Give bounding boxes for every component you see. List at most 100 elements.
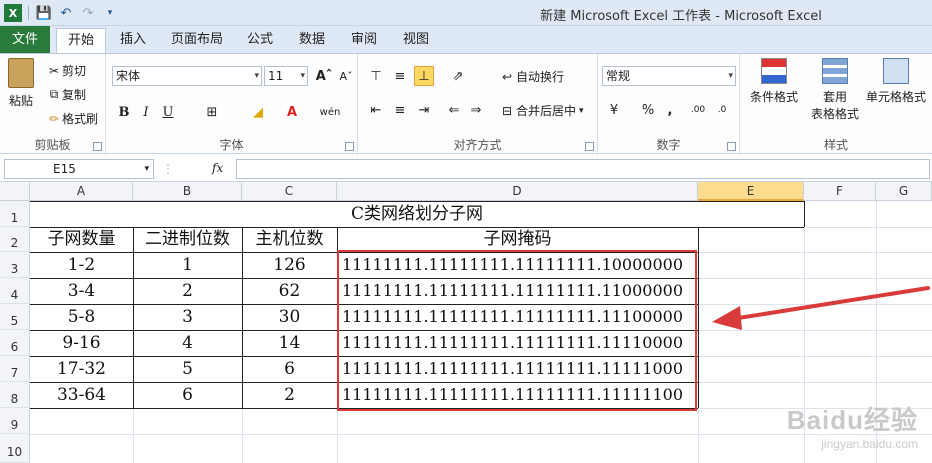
comma-button[interactable]: ,: [660, 100, 680, 120]
decrease-indent-icon[interactable]: ⇐: [444, 100, 464, 120]
row-header-5[interactable]: 5: [0, 304, 30, 330]
font-color-icon[interactable]: A: [282, 102, 302, 122]
bold-button[interactable]: B: [114, 102, 134, 122]
tab-formulas[interactable]: 公式: [238, 28, 282, 53]
decrease-decimal-icon[interactable]: .0: [712, 100, 732, 120]
cell-host-bits[interactable]: 14: [242, 330, 337, 356]
cell-host-bits[interactable]: 62: [242, 278, 337, 304]
cut-button[interactable]: ✂ 剪切: [46, 62, 86, 79]
cell-subnet-count[interactable]: 1-2: [30, 252, 133, 278]
chevron-down-icon: ▾: [144, 164, 149, 174]
row-header-3[interactable]: 3: [0, 252, 30, 278]
column-header-c[interactable]: C: [242, 182, 337, 201]
row-header-6[interactable]: 6: [0, 330, 30, 356]
column-header-d[interactable]: D: [337, 182, 698, 201]
currency-icon[interactable]: ¥: [604, 100, 624, 120]
percent-button[interactable]: %: [638, 100, 658, 120]
cell-subnet-count[interactable]: 17-32: [30, 356, 133, 382]
align-left-icon[interactable]: ⇤: [366, 100, 386, 120]
paste-button[interactable]: 粘贴: [6, 58, 36, 109]
number-launcher-icon[interactable]: [727, 142, 736, 151]
cell-subnet-count[interactable]: 33-64: [30, 382, 133, 408]
cell-subnet-count[interactable]: 9-16: [30, 330, 133, 356]
phonetic-icon[interactable]: wén: [320, 102, 341, 122]
tab-data[interactable]: 数据: [290, 28, 334, 53]
underline-button[interactable]: U: [158, 102, 178, 122]
fill-color-icon[interactable]: ◢: [248, 102, 268, 122]
cell-binary-bits[interactable]: 5: [133, 356, 242, 382]
font-name-combo[interactable]: 宋体 ▾: [112, 66, 262, 86]
column-header-g[interactable]: G: [876, 182, 932, 201]
row-header-8[interactable]: 8: [0, 382, 30, 408]
italic-button[interactable]: I: [136, 102, 156, 122]
table-border: [804, 201, 805, 227]
cell-host-bits[interactable]: 126: [242, 252, 337, 278]
tab-review[interactable]: 审阅: [342, 28, 386, 53]
align-middle-icon[interactable]: ≡: [390, 66, 410, 86]
clipboard-launcher-icon[interactable]: [93, 142, 102, 151]
row-header-4[interactable]: 4: [0, 278, 30, 304]
column-header-e[interactable]: E: [698, 182, 804, 201]
cell-host-bits[interactable]: 6: [242, 356, 337, 382]
column-header-a[interactable]: A: [30, 182, 133, 201]
tab-home[interactable]: 开始: [56, 28, 106, 53]
cell-binary-bits[interactable]: 1: [133, 252, 242, 278]
chevron-down-icon: ▾: [254, 71, 259, 81]
cell-binary-bits[interactable]: 6: [133, 382, 242, 408]
name-box[interactable]: E15 ▾: [4, 159, 154, 179]
merge-center-button[interactable]: ⊟ 合并后居中 ▾: [498, 102, 584, 119]
tab-page-layout[interactable]: 页面布局: [164, 28, 230, 53]
align-bottom-icon[interactable]: ⊥: [414, 66, 434, 86]
cell-binary-bits[interactable]: 3: [133, 304, 242, 330]
font-launcher-icon[interactable]: [345, 142, 354, 151]
align-right-icon[interactable]: ⇥: [414, 100, 434, 120]
row-header-2[interactable]: 2: [0, 227, 30, 252]
cell-binary-bits[interactable]: 2: [133, 278, 242, 304]
row-header-9[interactable]: 9: [0, 408, 30, 434]
orientation-icon[interactable]: ⇗: [448, 66, 468, 86]
chevron-down-icon: ▾: [728, 71, 733, 81]
font-size-combo[interactable]: 11 ▾: [264, 66, 308, 86]
format-painter-button[interactable]: ✏ 格式刷: [46, 110, 98, 127]
borders-icon[interactable]: ⊞: [202, 102, 222, 122]
cell-subnet-count[interactable]: 3-4: [30, 278, 133, 304]
scissors-icon: ✂: [48, 63, 60, 78]
table-title[interactable]: C类网络划分子网: [30, 201, 804, 227]
conditional-format-button[interactable]: 条件格式: [746, 58, 802, 105]
cell-host-bits[interactable]: 2: [242, 382, 337, 408]
header-subnet-count[interactable]: 子网数量: [30, 227, 133, 252]
cell-binary-bits[interactable]: 4: [133, 330, 242, 356]
increase-indent-icon[interactable]: ⇒: [466, 100, 486, 120]
column-header-f[interactable]: F: [804, 182, 876, 201]
conditional-format-label: 条件格式: [749, 90, 798, 104]
grow-font-icon[interactable]: Aˆ: [314, 66, 334, 86]
alignment-launcher-icon[interactable]: [585, 142, 594, 151]
header-binary-bits[interactable]: 二进制位数: [133, 227, 242, 252]
align-center-icon[interactable]: ≡: [390, 100, 410, 120]
row-header-1[interactable]: 1: [0, 201, 30, 227]
cell-subnet-count[interactable]: 5-8: [30, 304, 133, 330]
column-header-b[interactable]: B: [133, 182, 242, 201]
wrap-text-label: 自动换行: [516, 70, 565, 84]
wrap-text-button[interactable]: ↩ 自动换行: [498, 68, 564, 85]
shrink-font-icon[interactable]: Aˇ: [336, 66, 356, 86]
increase-decimal-icon[interactable]: .00: [688, 100, 708, 120]
align-top-icon[interactable]: ⊤: [366, 66, 386, 86]
copy-label: 复制: [62, 88, 87, 102]
row-header-7[interactable]: 7: [0, 356, 30, 382]
cell-styles-button[interactable]: 单元格格式: [864, 58, 928, 105]
worksheet-grid[interactable]: A B C D E F G 1 2 3 4 5 6 7 8 9 10 C类网络划…: [0, 182, 932, 463]
header-subnet-mask[interactable]: 子网掩码: [337, 227, 698, 252]
tab-insert[interactable]: 插入: [112, 28, 154, 53]
row-header-10[interactable]: 10: [0, 434, 30, 463]
insert-function-button[interactable]: fx: [212, 161, 223, 175]
copy-button[interactable]: ⧉ 复制: [46, 86, 86, 103]
number-format-combo[interactable]: 常规 ▾: [602, 66, 736, 86]
cell-host-bits[interactable]: 30: [242, 304, 337, 330]
format-as-table-button[interactable]: 套用 表格格式: [802, 58, 868, 122]
tab-view[interactable]: 视图: [394, 28, 438, 53]
formula-input[interactable]: [236, 159, 930, 179]
header-host-bits[interactable]: 主机位数: [242, 227, 337, 252]
select-all-corner[interactable]: [0, 182, 30, 201]
tab-file[interactable]: 文件: [0, 26, 50, 53]
